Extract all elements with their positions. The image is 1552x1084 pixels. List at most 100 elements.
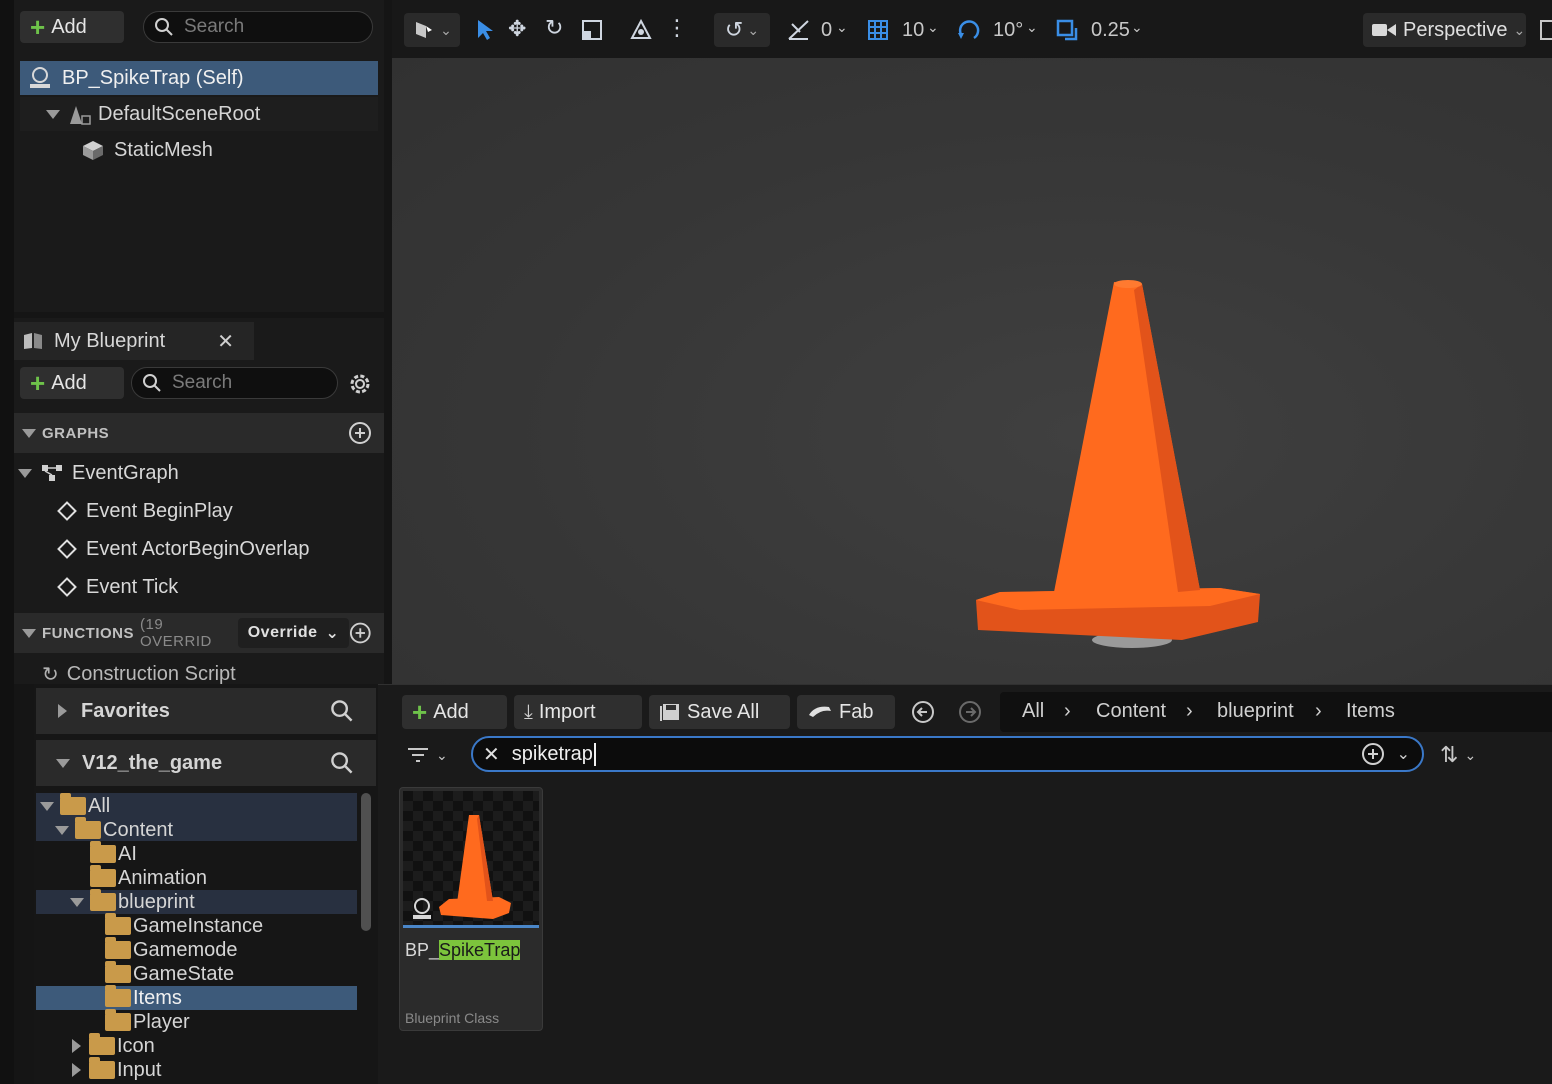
breadcrumb-item[interactable]: All [1022,700,1044,723]
static-mesh-icon [83,141,103,160]
asset-name: BP_SpikeTrap [405,940,521,961]
rotate-icon[interactable]: ↻ [545,15,563,41]
project-label: V12_the_game [82,751,223,774]
event-item[interactable]: Event ActorBeginOverlap [56,531,309,567]
history-forward-icon[interactable] [957,699,983,725]
breadcrumb-item[interactable]: Items [1346,700,1395,723]
asset-type: Blueprint Class [405,1010,500,1026]
coordinate-space-button[interactable]: ↺ ⌄ [714,13,770,47]
select-arrow-icon[interactable] [474,18,496,42]
folder-ai[interactable]: AI [90,841,137,866]
tree-scrollbar[interactable] [361,793,371,931]
snap-magnet-icon: ↺ [724,17,744,42]
rotation-snap-icon[interactable] [786,18,812,42]
sort-button[interactable]: ⇅ ⌄ [1440,741,1490,769]
project-header[interactable]: V12_the_game [36,740,376,786]
functions-header[interactable]: FUNCTIONS (19 OVERRID Override ⌄ [14,613,384,653]
chevron-down-icon: ⌄ [325,625,340,642]
asset-search-input[interactable]: ✕ spiketrap ⌄ [471,736,1424,772]
folder-gameinstance[interactable]: GameInstance [105,913,263,938]
folder-blueprint[interactable]: blueprint [70,889,195,914]
grid-snap-value[interactable]: 10 [902,19,924,42]
chevron-down-icon: ⌄ [747,21,760,38]
content-add-button[interactable]: + Add [402,695,507,729]
surface-snap-icon[interactable] [628,18,654,42]
spike-trap-mesh[interactable] [960,270,1280,660]
folder-animation[interactable]: Animation [90,865,207,890]
event-graph-item[interactable]: EventGraph [18,455,179,491]
folder-icon-dir[interactable]: Icon [72,1033,155,1058]
chevron-down-icon: ⌄ [836,19,848,35]
scale-snap-icon[interactable] [1055,18,1081,42]
angle-snap-value[interactable]: 10° [993,19,1023,42]
view-mode-label: Perspective [1403,18,1508,41]
blueprint-search-input[interactable]: Search [131,367,338,399]
functions-count: (19 OVERRID [140,616,212,650]
import-button[interactable]: ⤓ Import [514,695,642,729]
my-blueprint-tab[interactable]: My Blueprint ✕ [14,322,254,360]
add-circle-icon[interactable] [348,421,372,445]
more-options-icon[interactable]: ⋮ [666,15,688,41]
folder-gamestate[interactable]: GameState [105,961,234,986]
components-search-input[interactable]: Search [143,11,373,43]
breadcrumb-item[interactable]: Content [1096,700,1166,723]
actor-icon [30,67,50,88]
rotation-snap-value[interactable]: 0 [821,19,832,42]
filter-icon [408,748,428,762]
perspective-dropdown[interactable]: Perspective ⌄ [1363,13,1526,47]
folder-label: All [88,794,111,817]
folder-label: Items [133,986,182,1009]
save-all-button[interactable]: Save All [649,695,790,729]
breadcrumb-item[interactable]: blueprint [1217,700,1294,723]
collapse-arrow-icon [56,758,70,768]
fab-button[interactable]: Fab [797,695,895,729]
override-label: Override [247,624,318,641]
folder-player[interactable]: Player [105,1009,190,1034]
components-add-button[interactable]: + Add [20,11,124,43]
expand-arrow-icon [46,109,60,119]
viewport-options-icon[interactable] [1540,20,1552,40]
clear-search-icon[interactable]: ✕ [483,742,500,767]
grid-snap-icon[interactable] [866,18,892,42]
select-mode-button[interactable]: ⌄ [404,13,460,47]
search-icon[interactable] [330,699,354,723]
add-filter-icon[interactable] [1361,742,1385,766]
override-dropdown[interactable]: Override ⌄ [237,618,350,648]
blueprint-add-button[interactable]: + Add [20,367,124,399]
gear-icon[interactable] [347,371,373,397]
search-icon[interactable] [330,751,354,775]
chevron-down-icon: ⌄ [440,21,452,38]
chevron-down-icon[interactable]: ⌄ [1397,744,1410,764]
fab-icon [809,706,831,717]
component-row-staticmesh[interactable]: StaticMesh [20,133,378,167]
favorites-header[interactable]: Favorites [36,688,376,734]
close-icon[interactable]: ✕ [217,329,234,354]
fab-label: Fab [839,700,874,723]
event-item[interactable]: Event BeginPlay [56,493,233,529]
translate-icon[interactable]: ✥ [508,16,526,42]
history-back-icon[interactable] [910,699,936,725]
folder-icon [89,1033,115,1055]
chevron-down-icon: ⌄ [1131,19,1143,35]
angle-snap-icon[interactable] [956,18,982,42]
component-row-defaultsceneroot[interactable]: DefaultSceneRoot [20,97,378,131]
folder-gamemode[interactable]: Gamemode [105,937,238,962]
component-row-self[interactable]: BP_SpikeTrap (Self) [20,61,378,95]
scale-icon[interactable] [580,18,604,42]
search-placeholder: Search [172,372,233,393]
graph-icon [42,465,62,481]
chevron-down-icon: ⌄ [1513,21,1526,38]
folder-items[interactable]: Items [105,985,182,1010]
filter-button[interactable]: ⌄ [406,741,456,769]
folder-label: Input [117,1058,162,1081]
scale-snap-value[interactable]: 0.25 [1091,19,1130,42]
folder-all[interactable]: All [40,793,111,818]
folder-input[interactable]: Input [72,1057,162,1082]
folder-content[interactable]: Content [55,817,173,842]
import-icon: ⤓ [524,700,533,723]
add-circle-icon[interactable] [349,621,372,645]
graphs-header[interactable]: GRAPHS [14,413,384,453]
event-item[interactable]: Event Tick [56,569,178,605]
asset-tile[interactable]: BP_SpikeTrap Blueprint Class [399,787,543,1031]
folder-icon [105,1009,131,1031]
